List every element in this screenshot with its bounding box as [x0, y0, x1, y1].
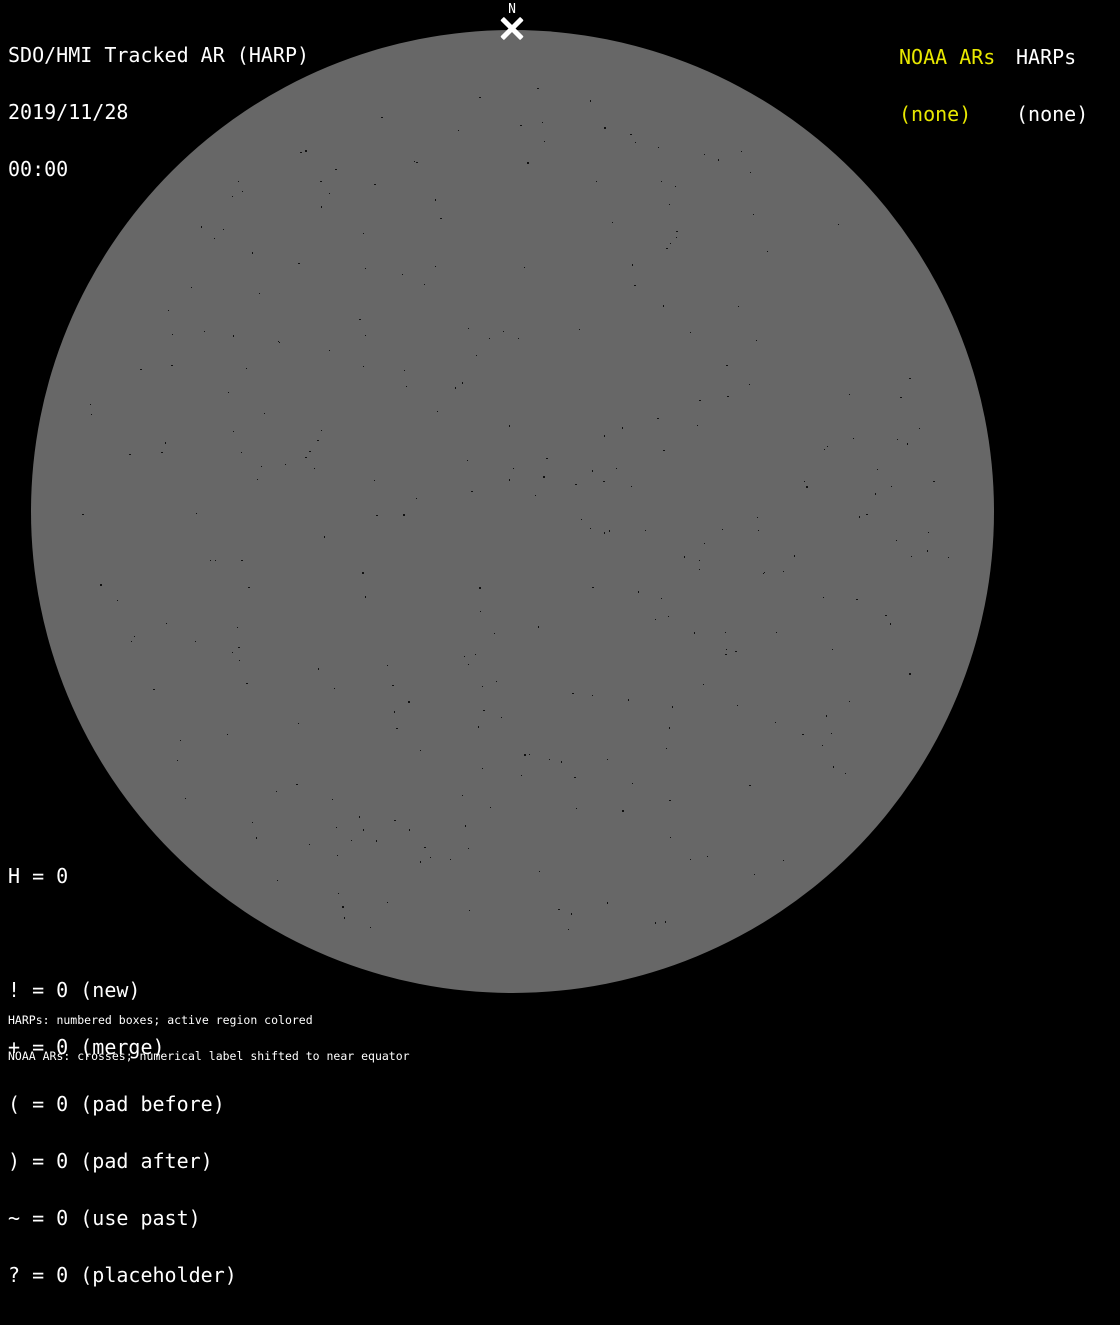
- footnote-block: HARPs: numbered boxes; active region col…: [8, 990, 410, 1086]
- north-label: N: [508, 2, 516, 17]
- caption-harps: HARPs: numbered boxes; active region col…: [8, 1013, 313, 1027]
- legend-item-pad-after: ) = 0 (pad after): [8, 1149, 213, 1173]
- harp-frame: N SDO/HMI Tracked AR (HARP) 2019/11/28 0…: [0, 0, 1120, 1285]
- harps-label: HARPs: [1016, 45, 1077, 69]
- legend-spacer: [8, 924, 237, 943]
- noaa-ars-label: NOAA ARs: [899, 45, 996, 69]
- legend-item-use-past: ~ = 0 (use past): [8, 1206, 201, 1230]
- noaa-ars-column: NOAA ARs (none): [899, 10, 995, 162]
- image-title: SDO/HMI Tracked AR (HARP): [8, 43, 310, 67]
- title-block: SDO/HMI Tracked AR (HARP) 2019/11/28 00:…: [8, 8, 309, 217]
- caption-noaa: NOAA ARs: crosses; numerical label shift…: [8, 1049, 410, 1063]
- harps-column: HARPs (none): [1016, 10, 1088, 162]
- image-date: 2019/11/28: [8, 100, 129, 124]
- harp-count: H = 0: [8, 864, 69, 888]
- legend-item-pad-before: ( = 0 (pad before): [8, 1092, 225, 1116]
- noaa-ars-value: (none): [899, 102, 972, 126]
- north-cross-icon: [500, 16, 524, 40]
- image-time: 00:00: [8, 157, 69, 181]
- legend-item-placeholder: ? = 0 (placeholder): [8, 1263, 237, 1287]
- harps-value: (none): [1016, 102, 1089, 126]
